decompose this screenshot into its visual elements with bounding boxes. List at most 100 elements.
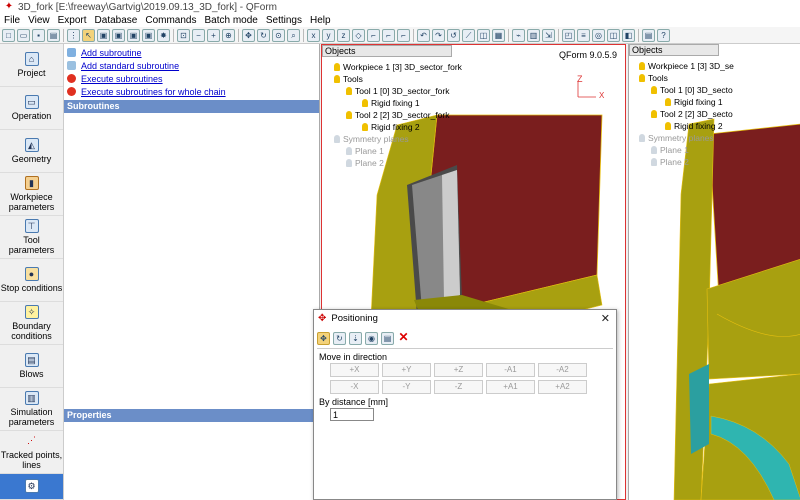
sidebar-item-stop-conditions[interactable]: ● Stop conditions: [0, 259, 63, 302]
add-subroutine-link[interactable]: Add subroutine: [67, 46, 316, 59]
select-icon[interactable]: ↖: [82, 28, 95, 42]
section-icon[interactable]: ◫: [477, 28, 490, 42]
zoom-window-icon[interactable]: ⊕: [222, 28, 235, 42]
view-cube-icon[interactable]: ▣: [97, 28, 110, 42]
execute-chain-link[interactable]: Execute subroutines for whole chain: [67, 85, 316, 98]
tree-item-plane-2[interactable]: Plane 2: [346, 158, 384, 168]
move-plus-a1-button[interactable]: +A1: [486, 380, 535, 394]
dialog-title-bar[interactable]: ✥ Positioning: [314, 310, 616, 327]
menu-settings[interactable]: Settings: [262, 14, 306, 27]
tree-item-workpiece[interactable]: Workpiece 1 [3] 3D_sector_fork: [334, 62, 462, 72]
viewport-secondary[interactable]: Objects Workpiece 1 [3] 3D_se Tools Tool…: [628, 44, 800, 500]
reset-view-icon[interactable]: ⊙: [272, 28, 285, 42]
tree-item-tools[interactable]: Tools: [334, 74, 363, 84]
distance-input[interactable]: [330, 408, 374, 421]
close-icon[interactable]: ✕: [601, 312, 610, 325]
view-xz-icon[interactable]: ⌐: [397, 28, 410, 42]
view-front-icon[interactable]: ▣: [112, 28, 125, 42]
sidebar-item-workpiece-parameters[interactable]: ▮ Workpiece parameters: [0, 173, 63, 216]
move-minus-y-button[interactable]: -Y: [382, 380, 431, 394]
window-icon[interactable]: ◰: [562, 28, 575, 42]
tree-item-plane-2[interactable]: Plane 2: [651, 157, 689, 167]
rotate-y-icon[interactable]: ↷: [432, 28, 445, 42]
sidebar-item-subroutines[interactable]: ⚙: [0, 474, 63, 500]
move-minus-z-button[interactable]: -Z: [434, 380, 483, 394]
tree-item-plane-1[interactable]: Plane 1: [651, 145, 689, 155]
rotate-icon[interactable]: ↻: [257, 28, 270, 42]
tree-item-tool2[interactable]: Tool 2 [2] 3D_secto: [651, 109, 733, 119]
tree-item-symmetry-planes[interactable]: Symmetry planes: [334, 134, 409, 144]
tree-item-rigid-fixing-2[interactable]: Rigid fixing 2: [362, 122, 420, 132]
grid-icon[interactable]: ▦: [492, 28, 505, 42]
tree-item-tool1[interactable]: Tool 1 [0] 3D_sector_fork: [346, 86, 450, 96]
sidebar-item-geometry[interactable]: ◭ Geometry: [0, 130, 63, 173]
tree-item-workpiece[interactable]: Workpiece 1 [3] 3D_se: [639, 61, 734, 71]
rotate-x-icon[interactable]: ↶: [417, 28, 430, 42]
table-icon[interactable]: ▤: [381, 331, 394, 345]
report-icon[interactable]: ▤: [642, 28, 655, 42]
tree-item-rigid-fixing-2[interactable]: Rigid fixing 2: [665, 121, 723, 131]
view-top-icon[interactable]: ▣: [142, 28, 155, 42]
sidebar-item-tool-parameters[interactable]: ⊤ Tool parameters: [0, 216, 63, 259]
tree-item-symmetry-planes[interactable]: Symmetry planes: [639, 133, 714, 143]
view-xy-icon[interactable]: ⌐: [367, 28, 380, 42]
ruler-icon[interactable]: ⟋: [462, 28, 475, 42]
add-standard-subroutine-link[interactable]: Add standard subroutine: [67, 59, 316, 72]
sidebar-item-simulation-parameters[interactable]: ▥ Simulation parameters: [0, 388, 63, 431]
rotate-icon[interactable]: ↻: [333, 331, 346, 345]
zoom-in-icon[interactable]: +: [207, 28, 220, 42]
cancel-icon[interactable]: ✕: [397, 331, 410, 345]
move-plus-y-button[interactable]: +Y: [382, 363, 431, 377]
tree-item-rigid-fixing-1[interactable]: Rigid fixing 1: [362, 98, 420, 108]
sidebar-item-blows[interactable]: ▤ Blows: [0, 345, 63, 388]
tree-icon[interactable]: ⋮: [67, 28, 80, 42]
menu-database[interactable]: Database: [91, 14, 142, 27]
drop-icon[interactable]: ⇣: [349, 331, 362, 345]
view-side-icon[interactable]: ▣: [127, 28, 140, 42]
layers-icon[interactable]: ≡: [577, 28, 590, 42]
film-icon[interactable]: ▥: [527, 28, 540, 42]
move-minus-a1-button[interactable]: -A1: [486, 363, 535, 377]
help-icon[interactable]: ?: [657, 28, 670, 42]
execute-subroutines-link[interactable]: Execute subroutines: [67, 72, 316, 85]
tree-item-tools[interactable]: Tools: [639, 73, 668, 83]
tree-item-plane-1[interactable]: Plane 1: [346, 146, 384, 156]
tree-item-tool2[interactable]: Tool 2 [2] 3D_sector_fork: [346, 110, 450, 120]
magnify-icon[interactable]: ⌕: [287, 28, 300, 42]
database-icon[interactable]: ◎: [592, 28, 605, 42]
sidebar-item-project[interactable]: ⌂ Project: [0, 44, 63, 87]
sidebar-item-operation[interactable]: ▭ Operation: [0, 87, 63, 130]
move-plus-z-button[interactable]: +Z: [434, 363, 483, 377]
options-icon[interactable]: ◧: [622, 28, 635, 42]
menu-batch-mode[interactable]: Batch mode: [200, 14, 261, 27]
sidebar-item-tracked-points[interactable]: ⋰ Tracked points, lines: [0, 431, 63, 474]
move-icon[interactable]: ✥: [317, 331, 330, 345]
chart-icon[interactable]: ⌁: [512, 28, 525, 42]
zoom-fit-icon[interactable]: ⊡: [177, 28, 190, 42]
menu-help[interactable]: Help: [306, 14, 335, 27]
open-folder-icon[interactable]: ▭: [17, 28, 30, 42]
align-icon[interactable]: ◉: [365, 331, 378, 345]
menu-commands[interactable]: Commands: [141, 14, 200, 27]
highlight-icon[interactable]: ✸: [157, 28, 170, 42]
subroutines-list[interactable]: [64, 113, 319, 409]
view-iso-icon[interactable]: ◇: [352, 28, 365, 42]
menu-export[interactable]: Export: [54, 14, 91, 27]
tree-item-tool1[interactable]: Tool 1 [0] 3D_secto: [651, 85, 733, 95]
new-file-icon[interactable]: □: [2, 28, 15, 42]
move-plus-a2-button[interactable]: +A2: [538, 380, 587, 394]
view-yz-icon[interactable]: ⌐: [382, 28, 395, 42]
properties-panel[interactable]: [64, 422, 319, 500]
menu-view[interactable]: View: [24, 14, 54, 27]
tree-item-rigid-fixing-1[interactable]: Rigid fixing 1: [665, 97, 723, 107]
move-minus-x-button[interactable]: -X: [330, 380, 379, 394]
menu-file[interactable]: File: [0, 14, 24, 27]
move-minus-a2-button[interactable]: -A2: [538, 363, 587, 377]
export-icon[interactable]: ⇲: [542, 28, 555, 42]
move-plus-x-button[interactable]: +X: [330, 363, 379, 377]
view-z-icon[interactable]: z: [337, 28, 350, 42]
save-icon[interactable]: ▪: [32, 28, 45, 42]
sidebar-item-boundary-conditions[interactable]: ✧ Boundary conditions: [0, 302, 63, 345]
view-y-icon[interactable]: y: [322, 28, 335, 42]
view-x-icon[interactable]: x: [307, 28, 320, 42]
